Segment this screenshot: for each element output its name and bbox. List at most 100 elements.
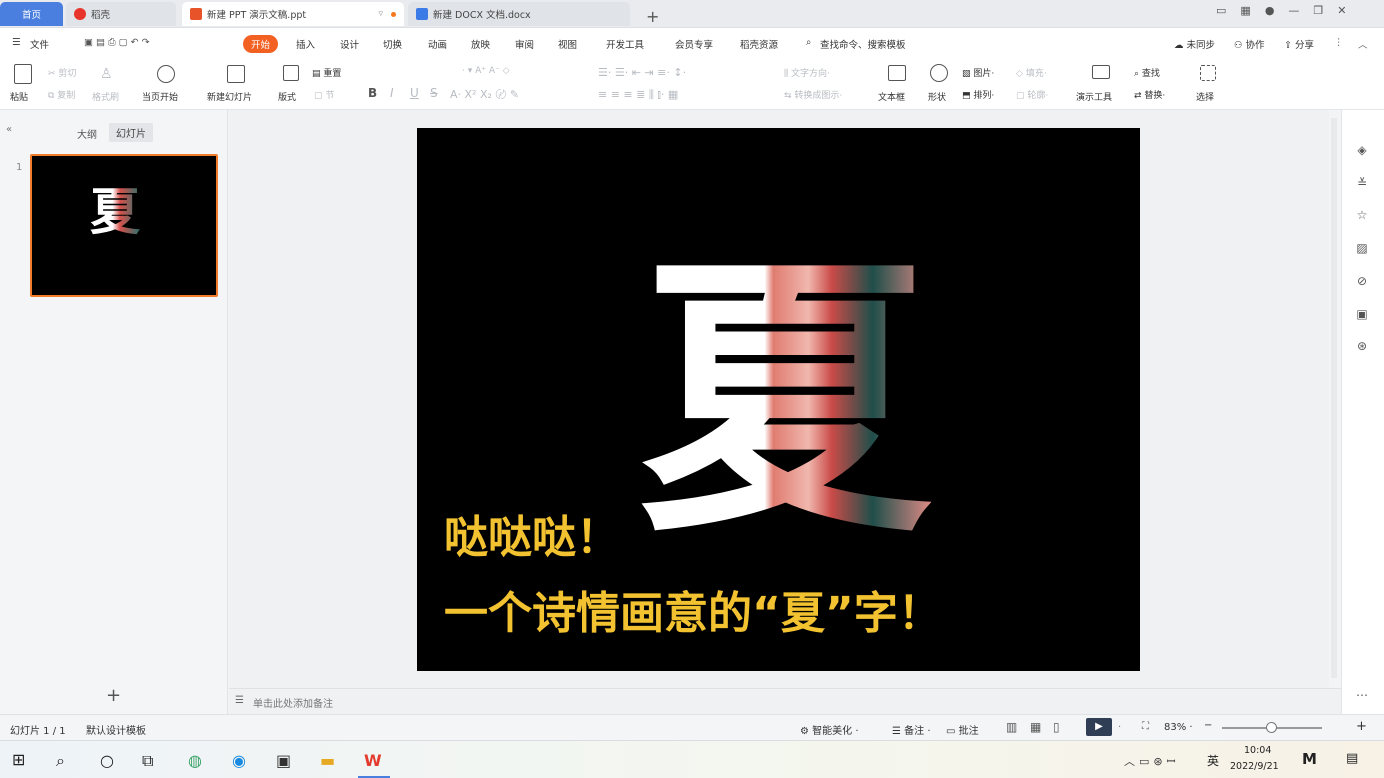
clock-date[interactable]: 2022/9/21 <box>1230 761 1279 772</box>
input-language[interactable]: 英 <box>1207 752 1219 769</box>
menu-animation[interactable]: 动画 <box>428 37 447 51</box>
font-size-controls[interactable]: · ▾ A⁺ A⁻ ◇ <box>462 66 510 76</box>
replace-button[interactable]: ⇄ 替换· <box>1134 88 1165 101</box>
menu-daoke-resources[interactable]: 稻壳资源 <box>740 37 778 51</box>
menu-start[interactable]: 开始 <box>243 35 279 53</box>
fit-window-icon[interactable]: ⛶ <box>1142 721 1149 732</box>
windows-start-icon[interactable]: ⊞ <box>12 750 25 769</box>
more-options-icon[interactable]: ⋯ <box>1355 688 1369 702</box>
collab-button[interactable]: ⚇ 协作 <box>1234 37 1265 51</box>
text-effects-icons[interactable]: A· X² X₂ 〄 ✎ <box>450 86 519 102</box>
paragraph-icons[interactable]: ☰· ☰· ⇤ ⇥ ≡· ↕· <box>598 66 686 79</box>
textbox-icon[interactable] <box>888 65 906 81</box>
clock-time[interactable]: 10:04 <box>1244 745 1271 756</box>
picture-button[interactable]: ▧ 图片· <box>962 66 994 79</box>
bold-button[interactable]: B <box>368 86 377 100</box>
add-slide-button[interactable]: + <box>106 685 121 706</box>
vertical-scrollbar[interactable] <box>1331 118 1337 678</box>
slide[interactable]: 夏 哒哒哒！ 一个诗情画意的“夏”字！ <box>417 128 1140 671</box>
normal-view-icon[interactable]: ▥ <box>1006 720 1017 734</box>
text-direction-button[interactable]: ⫼ 文字方向· <box>784 66 830 79</box>
arrange-button[interactable]: ⬒ 排列· <box>962 88 994 101</box>
menu-design[interactable]: 设计 <box>340 37 359 51</box>
format-painter-button[interactable]: 格式刷 <box>92 90 119 103</box>
notes-toggle-button[interactable]: ☰ 备注 · <box>892 722 931 737</box>
tab-slides[interactable]: 幻灯片 <box>109 123 153 142</box>
meeting-app-icon[interactable]: M <box>1302 750 1317 768</box>
tab-daoke[interactable]: 稻壳 <box>66 2 176 26</box>
select-button[interactable]: 选择 <box>1196 90 1214 103</box>
menu-slideshow[interactable]: 放映 <box>471 37 490 51</box>
smart-beautify-button[interactable]: ⚙ 智能美化 · <box>800 722 859 737</box>
collapse-ribbon-icon[interactable]: ︿ <box>1358 37 1368 51</box>
notes-bar[interactable]: ☰ 单击此处添加备注 <box>229 688 1341 714</box>
zoom-out-button[interactable]: − <box>1204 720 1212 731</box>
edge-browser-icon[interactable]: ◉ <box>232 751 246 770</box>
help-icon[interactable]: ⊘ <box>1355 274 1369 288</box>
comments-button[interactable]: ▭ 批注 <box>946 722 979 737</box>
taskbar-search-icon[interactable]: ⌕ <box>56 751 65 771</box>
convert-smartart-button[interactable]: ⇆ 转换成图示· <box>784 88 842 101</box>
object-properties-icon[interactable]: ◈ <box>1355 143 1369 157</box>
menu-review[interactable]: 审阅 <box>515 37 534 51</box>
shape-icon[interactable] <box>930 64 948 82</box>
cut-button[interactable]: ✂ 剪切 <box>48 66 76 79</box>
italic-button[interactable]: I <box>390 86 394 100</box>
menu-view[interactable]: 视图 <box>558 37 577 51</box>
grid-icon[interactable]: ▦ <box>1240 4 1250 17</box>
theme-name[interactable]: 默认设计模板 <box>86 722 146 737</box>
new-tab-icon[interactable]: + <box>638 4 667 28</box>
cortana-icon[interactable]: ○ <box>100 751 114 770</box>
notes-placeholder[interactable]: 单击此处添加备注 <box>253 695 333 710</box>
backup-icon[interactable]: ▣ <box>1355 307 1369 321</box>
file-explorer-icon[interactable]: ▬ <box>320 751 335 770</box>
task-view-icon[interactable]: ⧉ <box>142 751 153 771</box>
textbox-button[interactable]: 文本框 <box>878 90 905 103</box>
copy-button[interactable]: ⧉ 复制 <box>48 88 75 101</box>
hamburger-icon[interactable]: ☰ <box>12 37 21 48</box>
tab-ppt-document[interactable]: 新建 PPT 演示文稿.ppt ▿ <box>182 2 404 26</box>
play-from-current-button[interactable]: 当页开始 <box>142 90 178 103</box>
adjust-icon[interactable]: ≚ <box>1355 176 1369 190</box>
play-options-icon[interactable]: · <box>1118 722 1121 733</box>
tab-outline[interactable]: 大纲 <box>77 126 97 141</box>
new-slide-button[interactable]: 新建幻灯片 <box>207 90 252 103</box>
layout-icon[interactable]: ▭ <box>1216 4 1226 17</box>
find-button[interactable]: ⌕ 查找 <box>1134 66 1160 79</box>
play-icon[interactable] <box>157 65 175 83</box>
paste-button[interactable]: 粘贴 <box>10 90 28 103</box>
tab-options-icon[interactable]: ▿ <box>378 9 383 19</box>
settings-icon[interactable]: ⊛ <box>1355 339 1369 353</box>
fill-button[interactable]: ◇ 填充· <box>1016 66 1047 79</box>
paste-icon[interactable] <box>14 64 32 84</box>
reset-button[interactable]: ▤ 重置 <box>312 66 341 79</box>
command-search[interactable]: 查找命令、搜索模板 <box>820 37 906 51</box>
share-button[interactable]: ⇪ 分享 <box>1284 37 1314 51</box>
layout-button[interactable]: 版式 <box>278 90 296 103</box>
strikethrough-button[interactable]: S <box>430 86 438 100</box>
quick-access-icons[interactable]: ▣ ▤ ⎙ ▢ ↶ ↷ <box>84 37 150 48</box>
sorter-view-icon[interactable]: ▦ <box>1030 720 1041 734</box>
align-icons[interactable]: ≡ ≡ ≡ ≣ ⫼ ⫾· ▦ <box>598 88 678 102</box>
minimize-icon[interactable]: — <box>1288 4 1299 17</box>
zoom-level[interactable]: 83% · <box>1164 722 1193 733</box>
more-icon[interactable]: ⋮ <box>1334 37 1344 48</box>
notification-center-icon[interactable]: ▤ <box>1346 751 1358 766</box>
outline-button[interactable]: ▢ 轮廓· <box>1016 88 1048 101</box>
menu-developer[interactable]: 开发工具 <box>606 37 644 51</box>
collapse-panel-icon[interactable]: « <box>6 124 12 135</box>
gallery-icon[interactable]: ▨ <box>1355 241 1369 255</box>
present-tools-button[interactable]: 演示工具 <box>1076 90 1112 103</box>
menu-insert[interactable]: 插入 <box>296 37 315 51</box>
menu-transition[interactable]: 切换 <box>383 37 402 51</box>
underline-button[interactable]: U <box>410 86 419 100</box>
tab-docx-document[interactable]: 新建 DOCX 文档.docx <box>408 2 630 26</box>
user-icon[interactable]: ● <box>1265 4 1275 17</box>
play-slideshow-button[interactable]: ▶ <box>1086 718 1112 736</box>
sync-button[interactable]: ☁ 未同步 <box>1174 37 1215 51</box>
restore-icon[interactable]: ❐ <box>1313 4 1323 17</box>
present-tools-icon[interactable] <box>1092 65 1110 79</box>
system-tray-icons[interactable]: ︿▭⊛ꟷ <box>1124 753 1180 769</box>
zoom-in-button[interactable]: + <box>1356 719 1367 734</box>
slide-thumbnail[interactable]: 夏 <box>30 154 218 297</box>
